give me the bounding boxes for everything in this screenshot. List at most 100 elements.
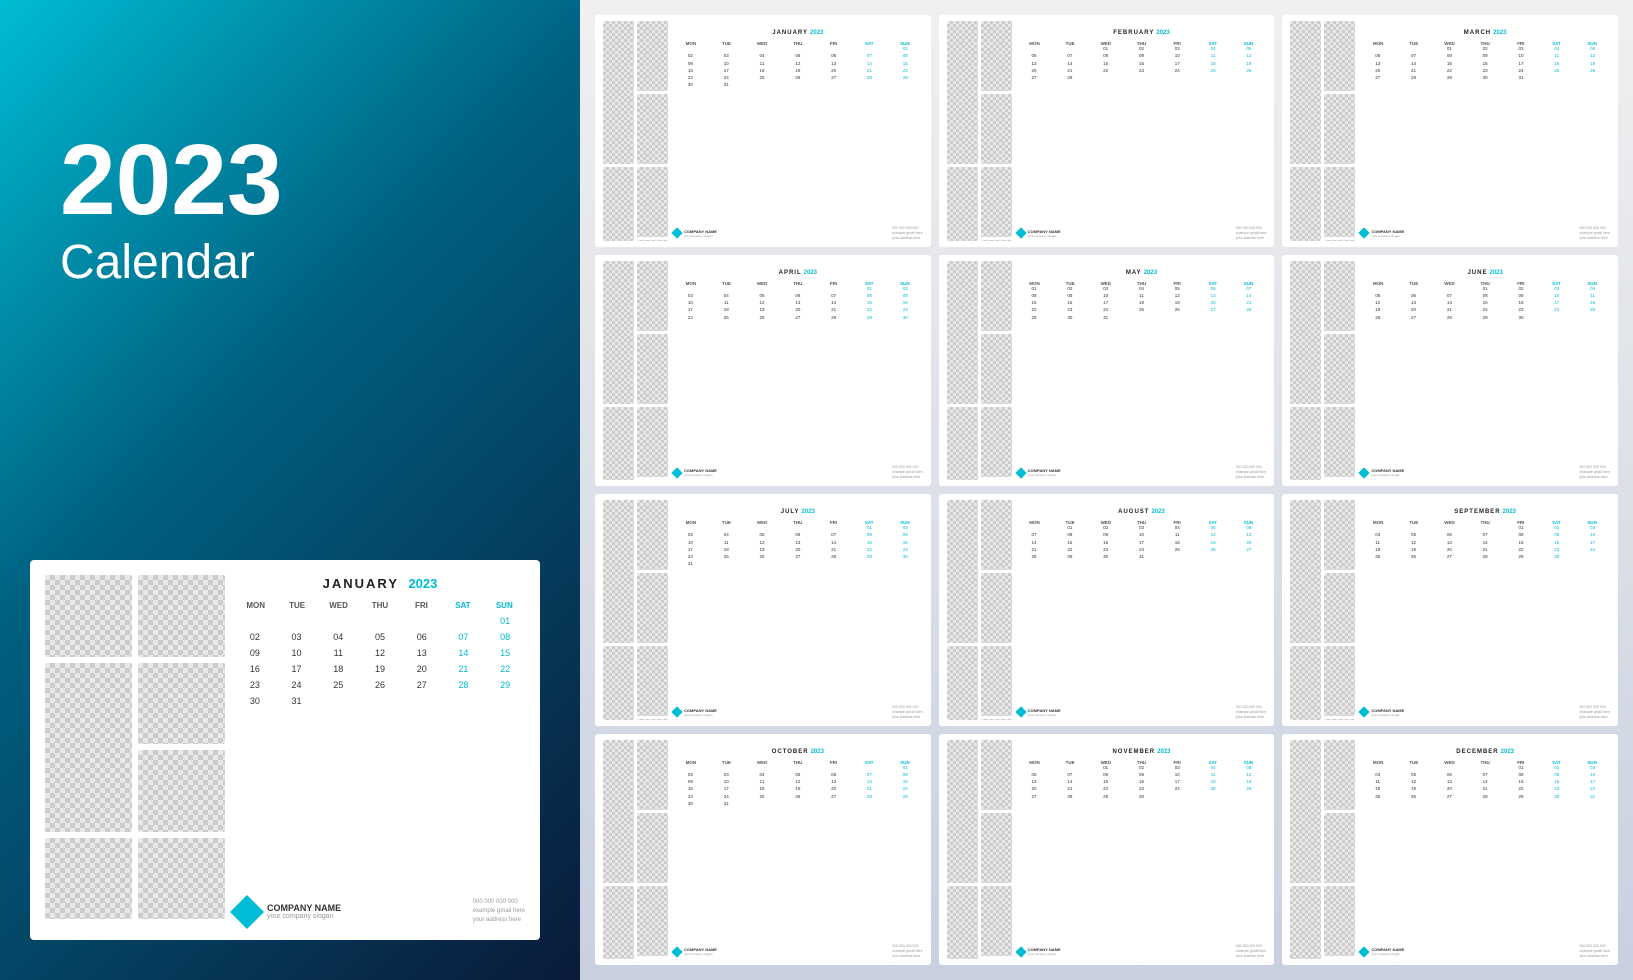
mini-photo-1 bbox=[1290, 261, 1321, 404]
mini-contact: 000 000 000 000example gmail hereyour ad… bbox=[1579, 705, 1610, 720]
mini-photo-1 bbox=[603, 261, 634, 404]
mini-month-name: SEPTEMBER bbox=[1454, 509, 1500, 515]
mini-photo-3 bbox=[637, 813, 668, 883]
mini-photo-4 bbox=[603, 167, 634, 240]
mini-photos bbox=[1290, 21, 1355, 241]
mini-cal-february: FEBRUARY2023MONTUEWEDTHUFRISATSUN0102030… bbox=[939, 15, 1275, 247]
mini-cal-grid: 0102030405060708091011121314151617181920… bbox=[1017, 765, 1267, 801]
mini-month-name: FEBRUARY bbox=[1113, 30, 1154, 36]
mini-photo-3 bbox=[1324, 573, 1355, 643]
mini-year: 2023 bbox=[1144, 270, 1157, 276]
mini-month-header: MAY2023 bbox=[1017, 261, 1267, 279]
mini-photo-3 bbox=[981, 94, 1012, 164]
mini-photo-2 bbox=[981, 261, 1012, 331]
mini-company-name: COMPANY NAME bbox=[1371, 708, 1404, 713]
mini-diamond bbox=[1359, 227, 1370, 238]
mini-cal-november: NOVEMBER2023MONTUEWEDTHUFRISATSUN0102030… bbox=[939, 734, 1275, 966]
mini-diamond bbox=[671, 706, 682, 717]
mini-cal-grid: 0102030405060708091011121314151617181920… bbox=[673, 46, 923, 89]
mini-year: 2023 bbox=[811, 749, 824, 755]
mini-photo-3 bbox=[637, 573, 668, 643]
mini-footer: COMPANY NAME your company slogan 000 000… bbox=[1360, 226, 1610, 241]
mini-photo-5 bbox=[981, 167, 1012, 237]
photo-5 bbox=[138, 750, 225, 832]
mini-month-name: MAY bbox=[1126, 270, 1142, 276]
day-wed: WED bbox=[318, 601, 359, 610]
mini-photo-2 bbox=[1324, 740, 1355, 810]
mini-contact: 000 000 000 000example gmail hereyour ad… bbox=[892, 944, 923, 959]
mini-photo-5 bbox=[981, 407, 1012, 477]
mini-photo-3 bbox=[981, 334, 1012, 404]
mini-cal-grid: 0102030405060708091011121314151617181920… bbox=[1360, 525, 1610, 561]
mini-photo-4 bbox=[603, 646, 634, 719]
mini-photo-3 bbox=[981, 813, 1012, 883]
mini-footer: COMPANY NAME your company slogan 000 000… bbox=[1360, 705, 1610, 720]
day-sat: SAT bbox=[442, 601, 483, 610]
mini-cal-content: MARCH2023MONTUEWEDTHUFRISATSUN0102030405… bbox=[1360, 21, 1610, 241]
mini-company-name: COMPANY NAME bbox=[684, 708, 717, 713]
day-mon: MON bbox=[235, 601, 276, 610]
day-tue: TUE bbox=[276, 601, 317, 610]
large-footer: COMPANY NAME your company slogan 000 000… bbox=[235, 898, 525, 925]
mini-photo-3 bbox=[981, 573, 1012, 643]
mini-photo-5 bbox=[1324, 646, 1355, 716]
mini-photos bbox=[603, 21, 668, 241]
photo-7 bbox=[138, 838, 225, 920]
mini-photo-4 bbox=[947, 886, 978, 959]
photo-4 bbox=[138, 663, 225, 745]
email: example gmail here bbox=[473, 907, 525, 916]
mini-contact: 000 000 000 000example gmail hereyour ad… bbox=[1236, 705, 1267, 720]
mini-photo-5 bbox=[981, 646, 1012, 716]
photo-3 bbox=[45, 663, 132, 832]
mini-diamond bbox=[1015, 467, 1026, 478]
mini-cal-grid: 0102030405060708091011121314151617181920… bbox=[673, 765, 923, 808]
mini-cal-content: APRIL2023MONTUEWEDTHUFRISATSUN0102030405… bbox=[673, 261, 923, 481]
mini-photos bbox=[947, 500, 1012, 720]
mini-photo-5 bbox=[637, 886, 668, 956]
mini-month-header: APRIL2023 bbox=[673, 261, 923, 279]
mini-year: 2023 bbox=[1156, 30, 1169, 36]
photo-1 bbox=[45, 575, 132, 657]
mini-month-name: AUGUST bbox=[1118, 509, 1149, 515]
large-calendar-preview: JANUARY 2023 MON TUE WED THU FRI SAT SUN bbox=[30, 560, 540, 940]
mini-diamond bbox=[1359, 467, 1370, 478]
mini-diamond bbox=[671, 227, 682, 238]
mini-footer: COMPANY NAME your company slogan 000 000… bbox=[1017, 944, 1267, 959]
mini-photos bbox=[947, 21, 1012, 241]
mini-photo-5 bbox=[1324, 886, 1355, 956]
mini-photo-2 bbox=[981, 740, 1012, 810]
mini-footer: COMPANY NAME your company slogan 000 000… bbox=[1017, 465, 1267, 480]
mini-cal-content: AUGUST2023MONTUEWEDTHUFRISATSUN010203040… bbox=[1017, 500, 1267, 720]
mini-photos bbox=[603, 500, 668, 720]
mini-cal-grid: 0102030405060708091011121314151617181920… bbox=[1017, 46, 1267, 82]
large-cal-month: JANUARY 2023 bbox=[235, 575, 525, 593]
mini-photo-5 bbox=[981, 886, 1012, 956]
mini-company-name: COMPANY NAME bbox=[1028, 708, 1061, 713]
mini-contact: 000 000 000 000example gmail hereyour ad… bbox=[892, 465, 923, 480]
mini-photo-1 bbox=[1290, 500, 1321, 643]
mini-cal-december: DECEMBER2023MONTUEWEDTHUFRISATSUN0102030… bbox=[1282, 734, 1618, 966]
mini-photo-4 bbox=[1290, 407, 1321, 480]
mini-contact: 000 000 000 000example gmail hereyour ad… bbox=[1579, 465, 1610, 480]
mini-cal-content: OCTOBER2023MONTUEWEDTHUFRISATSUN01020304… bbox=[673, 740, 923, 960]
mini-month-header: SEPTEMBER2023 bbox=[1360, 500, 1610, 518]
mini-cal-content: JULY2023MONTUEWEDTHUFRISATSUN01020304050… bbox=[673, 500, 923, 720]
mini-photo-2 bbox=[1324, 500, 1355, 570]
mini-photo-2 bbox=[981, 21, 1012, 91]
mini-photo-4 bbox=[1290, 886, 1321, 959]
mini-contact: 000 000 000 000example gmail hereyour ad… bbox=[1579, 226, 1610, 241]
mini-cal-grid: 0102030405060708091011121314151617181920… bbox=[1017, 525, 1267, 561]
mini-month-header: JANUARY2023 bbox=[673, 21, 923, 39]
company-slogan: your company slogan bbox=[267, 913, 341, 920]
mini-photos bbox=[1290, 500, 1355, 720]
mini-year: 2023 bbox=[810, 30, 823, 36]
mini-photo-3 bbox=[1324, 813, 1355, 883]
mini-cal-june: JUNE2023MONTUEWEDTHUFRISATSUN01020304050… bbox=[1282, 255, 1618, 487]
company-info: COMPANY NAME your company slogan bbox=[267, 903, 341, 920]
mini-photos bbox=[603, 261, 668, 481]
mini-year: 2023 bbox=[1503, 509, 1516, 515]
mini-footer: COMPANY NAME your company slogan 000 000… bbox=[1017, 705, 1267, 720]
calendar-label: Calendar bbox=[60, 235, 255, 290]
mini-photo-2 bbox=[1324, 21, 1355, 91]
mini-month-name: MARCH bbox=[1464, 30, 1491, 36]
